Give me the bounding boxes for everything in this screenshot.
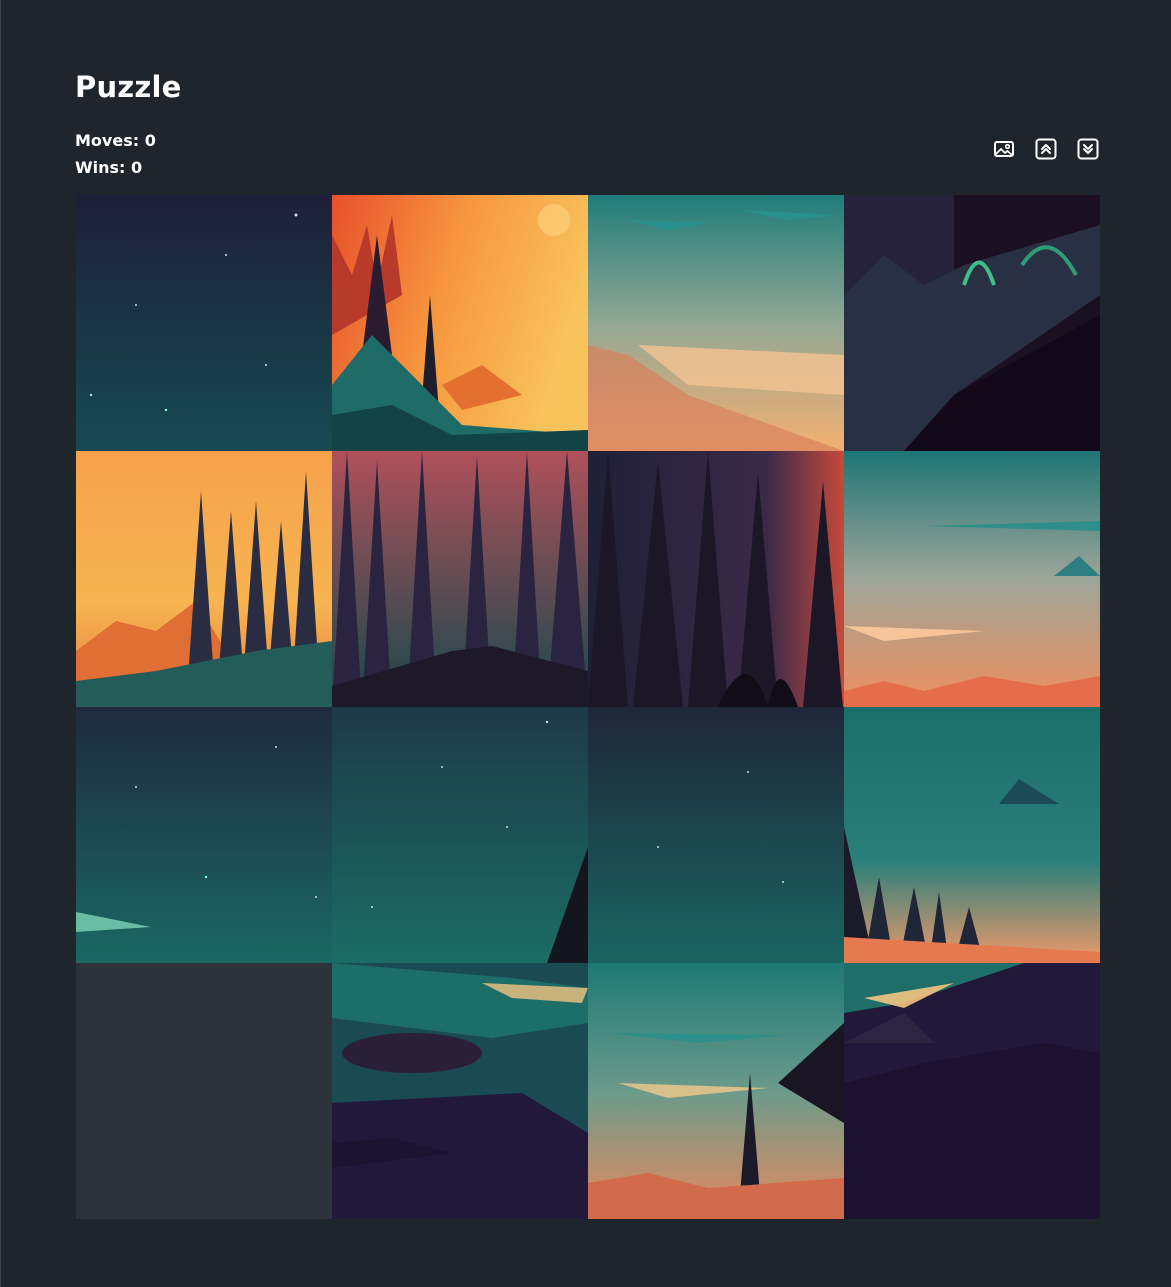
chevrons-down-icon: [1077, 138, 1099, 160]
puzzle-tile[interactable]: [332, 195, 588, 451]
move-up-button[interactable]: [1035, 138, 1057, 160]
stats-panel: Moves: 0 Wins: 0: [75, 127, 156, 181]
moves-label: Moves:: [75, 131, 140, 150]
tile-image: [76, 707, 332, 963]
puzzle-tile[interactable]: [588, 451, 844, 707]
puzzle-tile[interactable]: [844, 451, 1100, 707]
tile-image: [588, 707, 844, 963]
moves-value: 0: [144, 131, 156, 150]
wins-counter: Wins: 0: [75, 154, 156, 181]
puzzle-tile[interactable]: [844, 963, 1100, 1219]
page-title: Puzzle: [75, 70, 182, 104]
puzzle-tile[interactable]: [332, 451, 588, 707]
puzzle-tile[interactable]: [332, 707, 588, 963]
tile-image: [332, 707, 588, 963]
tile-image: [588, 963, 844, 1219]
puzzle-board: [76, 195, 1100, 1219]
tile-image: [844, 451, 1100, 707]
puzzle-tile[interactable]: [76, 707, 332, 963]
tile-image: [76, 195, 332, 451]
puzzle-tile[interactable]: [588, 963, 844, 1219]
tile-image: [76, 451, 332, 707]
puzzle-tile[interactable]: [844, 195, 1100, 451]
tile-image: [332, 451, 588, 707]
tile-image: [844, 963, 1100, 1219]
empty-slot: [76, 963, 332, 1219]
tile-image: [332, 963, 588, 1219]
wins-label: Wins:: [75, 158, 126, 177]
puzzle-tile[interactable]: [76, 195, 332, 451]
move-down-button[interactable]: [1077, 138, 1099, 160]
chevrons-up-icon: [1035, 138, 1057, 160]
show-image-button[interactable]: [993, 138, 1015, 160]
moves-counter: Moves: 0: [75, 127, 156, 154]
tile-image: [844, 707, 1100, 963]
wins-value: 0: [131, 158, 143, 177]
toolbar: [993, 138, 1099, 160]
puzzle-tile[interactable]: [76, 451, 332, 707]
puzzle-tile[interactable]: [844, 707, 1100, 963]
puzzle-tile[interactable]: [588, 195, 844, 451]
tile-image: [844, 195, 1100, 451]
image-icon: [994, 141, 1014, 157]
puzzle-tile[interactable]: [332, 963, 588, 1219]
tile-image: [588, 451, 844, 707]
puzzle-tile[interactable]: [588, 707, 844, 963]
tile-image: [332, 195, 588, 451]
tile-image: [588, 195, 844, 451]
